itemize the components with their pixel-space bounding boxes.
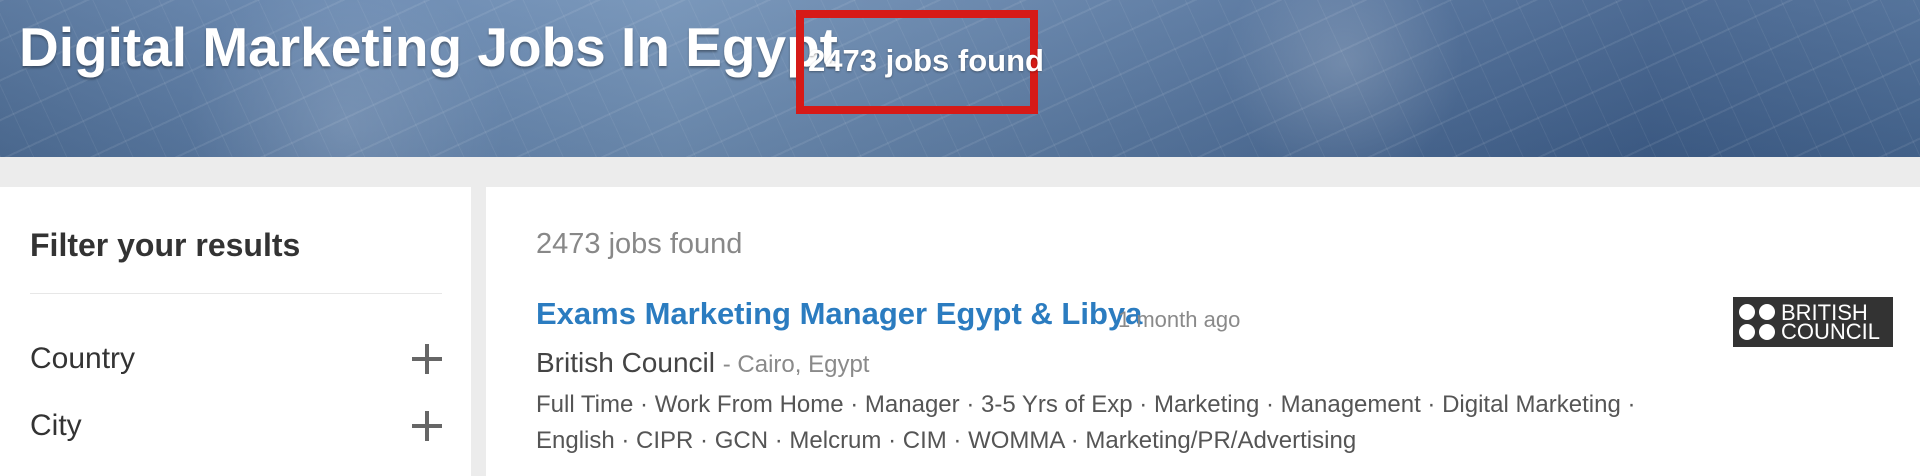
company-name[interactable]: British Council <box>536 347 715 378</box>
plus-icon[interactable] <box>412 411 442 441</box>
header-banner: Digital Marketing Jobs In Egypt 2473 job… <box>0 0 1920 157</box>
tag-melcrum: Melcrum <box>789 427 882 454</box>
job-title-link[interactable]: Exams Marketing Manager Egypt & Libya <box>536 298 1142 329</box>
logo-dot <box>1739 324 1755 340</box>
logo-line-2: COUNCIL <box>1781 319 1881 344</box>
company-logo[interactable]: BRITISH COUNCIL <box>1733 297 1893 347</box>
filter-divider <box>30 293 442 294</box>
page-title: Digital Marketing Jobs In Egypt <box>19 16 838 78</box>
tag-digital-marketing: Digital Marketing <box>1442 391 1621 418</box>
logo-dot <box>1759 324 1775 340</box>
tag-full-time: Full Time <box>536 391 634 418</box>
job-location: - Cairo, Egypt <box>722 351 870 378</box>
plus-icon[interactable] <box>412 344 442 374</box>
filter-city-label: City <box>30 409 82 442</box>
filter-city[interactable]: City <box>30 401 442 451</box>
filter-country-label: Country <box>30 342 136 375</box>
jobs-found-badge: 2473 jobs found <box>808 43 1044 78</box>
job-tags: Full Time · Work From Home · Manager · 3… <box>536 391 1636 454</box>
logo-text: BRITISH COUNCIL <box>1781 302 1881 344</box>
tag-experience: 3-5 Yrs of Exp <box>980 391 1133 418</box>
tag-cipr: CIPR <box>636 427 694 454</box>
tag-cim: CIM <box>902 427 947 454</box>
tag-marketing: Marketing <box>1153 391 1260 418</box>
company-location: British Council - Cairo, Egypt <box>536 349 869 377</box>
tag-womma: WOMMA <box>968 427 1065 454</box>
tag-marketing-pr-advertising: Marketing/PR/Advertising <box>1085 427 1357 454</box>
results-count: 2473 jobs found <box>536 228 743 260</box>
logo-dots <box>1739 304 1775 340</box>
tag-work-from-home: Work From Home <box>654 391 844 418</box>
logo-dot <box>1739 304 1755 320</box>
posted-time: 1 month ago <box>1118 307 1241 332</box>
tag-manager: Manager <box>864 391 960 418</box>
filter-country[interactable]: Country <box>30 334 442 384</box>
filter-title: Filter your results <box>30 227 301 263</box>
tag-english: English <box>536 427 615 454</box>
logo-dot <box>1759 304 1775 320</box>
tag-gcn: GCN <box>714 427 769 454</box>
tag-management: Management <box>1280 391 1421 418</box>
